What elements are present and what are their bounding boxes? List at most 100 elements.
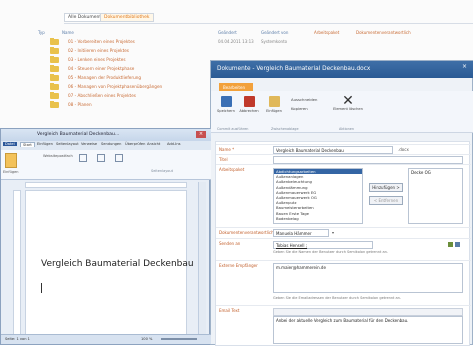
vertical-ruler xyxy=(13,190,21,335)
group-clipboard: Zwischenablage xyxy=(271,127,299,131)
owner-select[interactable]: Manuela Hämmer xyxy=(273,229,329,237)
name-row: Name * Vergleich Baumaterial Deckenbau .… xyxy=(216,144,471,154)
group-actions: Aktionen xyxy=(339,127,355,131)
close-icon[interactable]: × xyxy=(196,131,206,138)
list-item[interactable]: Bodenbelag xyxy=(274,216,362,221)
horizontal-ruler xyxy=(25,182,187,188)
tab-references[interactable]: Verweise xyxy=(81,142,97,146)
title-input[interactable] xyxy=(273,156,463,164)
name-input[interactable]: Vergleich Baumaterial Deckenbau xyxy=(273,146,393,154)
dialog-title: Dokumente - Vergleich Baumaterial Decken… xyxy=(211,61,473,78)
delete-icon: ✕ xyxy=(342,93,354,109)
tab-mailings[interactable]: Sendungen xyxy=(101,142,121,146)
folder-icon xyxy=(50,38,59,45)
col-modified[interactable]: Geändert xyxy=(218,30,237,35)
tab-insert[interactable]: Einfügen xyxy=(37,142,53,146)
properties-form: Name * Vergleich Baumaterial Deckenbau .… xyxy=(215,141,471,347)
list-item[interactable]: 01 - Vorbereiten eines Projektes xyxy=(50,38,240,47)
external-textarea[interactable]: m.maier@hammerein.de xyxy=(273,263,463,293)
selected-item[interactable]: Decke OG xyxy=(411,170,431,175)
folder-icon xyxy=(50,101,59,108)
delete-item-button[interactable]: ✕ Element löschen xyxy=(333,93,363,123)
list-item[interactable]: 02 - Initiieren eines Projektes xyxy=(50,47,240,56)
tab-start[interactable]: Start xyxy=(20,142,35,147)
title-row: Titel xyxy=(216,154,471,164)
vertical-scrollbar[interactable] xyxy=(198,182,206,334)
mailtext-row: Email Text Anbei der aktuelle Vergleich … xyxy=(216,305,471,347)
folder-icon xyxy=(50,56,59,63)
edit-properties-dialog: Dokumente - Vergleich Baumaterial Decken… xyxy=(210,60,473,347)
document-page[interactable]: Vergleich Baumaterial Deckenbau xyxy=(25,190,194,335)
folder-icon xyxy=(50,83,59,90)
close-icon[interactable]: × xyxy=(460,63,469,71)
group-commit: Commit ausführen xyxy=(217,127,249,131)
page-count: Seite: 1 von 1 xyxy=(5,337,30,341)
col-name[interactable]: Name xyxy=(62,30,74,35)
copy-button[interactable]: Kopieren xyxy=(291,106,308,111)
tab-review[interactable]: Überprüfen xyxy=(125,142,145,146)
name-extension: .docx xyxy=(398,147,409,152)
word-ribbon: Einfügen Websitepostfach Seitenlayout xyxy=(1,150,211,180)
cut-button[interactable]: Ausschneiden xyxy=(291,97,317,102)
cancel-button[interactable]: Abbrechen xyxy=(238,95,260,123)
paste-label: Einfügen xyxy=(3,170,19,174)
check-names-icon[interactable] xyxy=(448,242,453,247)
layout-group-label: Seitenlayout xyxy=(151,169,174,173)
first-modified-by: Systemkonto xyxy=(261,39,288,44)
text-cursor xyxy=(41,283,42,293)
col-workpackage[interactable]: Arbeitspaket xyxy=(314,30,339,35)
tab-file[interactable]: Datei xyxy=(3,142,17,146)
sendto-row: Senden an Tobias Hensell ; Geben Sie die… xyxy=(216,238,471,260)
chevron-down-icon[interactable]: ▾ xyxy=(332,230,334,235)
add-button[interactable]: Hinzufügen > xyxy=(369,183,403,192)
workpackage-available-list[interactable]: Abdichtungsarbeiten Außenanlagen Außenbe… xyxy=(273,168,363,224)
cancel-icon xyxy=(243,96,255,107)
save-icon xyxy=(220,96,232,107)
ribbon-tab-edit[interactable]: Bearbeiten xyxy=(219,83,253,91)
save-button[interactable]: Speichern xyxy=(215,95,237,123)
owner-label: Dokumentenverantwortlicher xyxy=(219,230,278,235)
folder-icon xyxy=(50,65,59,72)
external-row: Externe Empfänger m.maier@hammerein.de G… xyxy=(216,260,471,305)
sendto-label: Senden an xyxy=(219,241,241,246)
col-modified-by[interactable]: Geändert von xyxy=(261,30,288,35)
clipboard-icon xyxy=(268,96,280,107)
paste-button[interactable]: Einfügen xyxy=(263,95,285,123)
tab-view[interactable]: Ansicht xyxy=(147,142,160,146)
workspace-button[interactable]: Websitepostfach xyxy=(43,154,73,158)
col-owner[interactable]: Dokumentenverantwortlich xyxy=(356,30,411,35)
word-ribbon-tabs: Datei Start Einfügen Seitenlayout Verwei… xyxy=(1,141,211,150)
zoom-icon[interactable] xyxy=(97,154,105,162)
remove-button[interactable]: < Entfernen xyxy=(369,196,403,205)
word-title: Vergleich Baumaterial Deckenbau... xyxy=(1,129,211,141)
workpackage-label: Arbeitspaket xyxy=(219,167,245,172)
sendto-hint: Geben Sie die Namen der Benutzer durch S… xyxy=(273,250,388,254)
tab-addins[interactable]: Add-Ins xyxy=(167,142,180,146)
address-book-icon[interactable] xyxy=(455,242,460,247)
clipboard-icon[interactable] xyxy=(5,153,17,168)
document-heading: Vergleich Baumaterial Deckenbau xyxy=(41,259,194,269)
tab-document-library[interactable]: Dokumentbibliothek xyxy=(100,13,154,22)
window-icon[interactable] xyxy=(115,154,123,162)
zoom-level[interactable]: 100 % xyxy=(141,337,152,341)
folder-icon xyxy=(50,74,59,81)
owner-row: Dokumentenverantwortlicher Manuela Hämme… xyxy=(216,227,471,238)
rich-text-toolbar[interactable] xyxy=(273,308,463,316)
name-label: Name * xyxy=(219,147,235,152)
workpackage-row: Arbeitspaket Abdichtungsarbeiten Außenan… xyxy=(216,164,471,227)
view-tabs: Alle Dokumente Dokumentbibliothek xyxy=(64,10,473,24)
workpackage-selected-list[interactable]: Decke OG xyxy=(408,168,463,224)
mailtext-editor[interactable]: Anbei der aktuelle Vergleich zum Baumate… xyxy=(273,316,463,344)
title-label: Titel xyxy=(219,157,228,162)
sendto-input[interactable]: Tobias Hensell ; xyxy=(273,241,373,249)
folder-icon xyxy=(50,47,59,54)
tab-pagelayout[interactable]: Seitenlayout xyxy=(56,142,79,146)
folder-icon xyxy=(50,92,59,99)
zoom-slider[interactable] xyxy=(161,338,197,340)
col-type[interactable]: Typ xyxy=(38,30,45,35)
page-icon[interactable] xyxy=(79,154,87,162)
external-hint: Geben Sie die Emailadressen der Benutzer… xyxy=(273,296,402,300)
external-label: Externe Empfänger xyxy=(219,263,258,268)
mailtext-label: Email Text xyxy=(219,308,240,313)
word-window: ↶ ↷ Vergleich Baumaterial Deckenbau... ×… xyxy=(0,128,211,345)
